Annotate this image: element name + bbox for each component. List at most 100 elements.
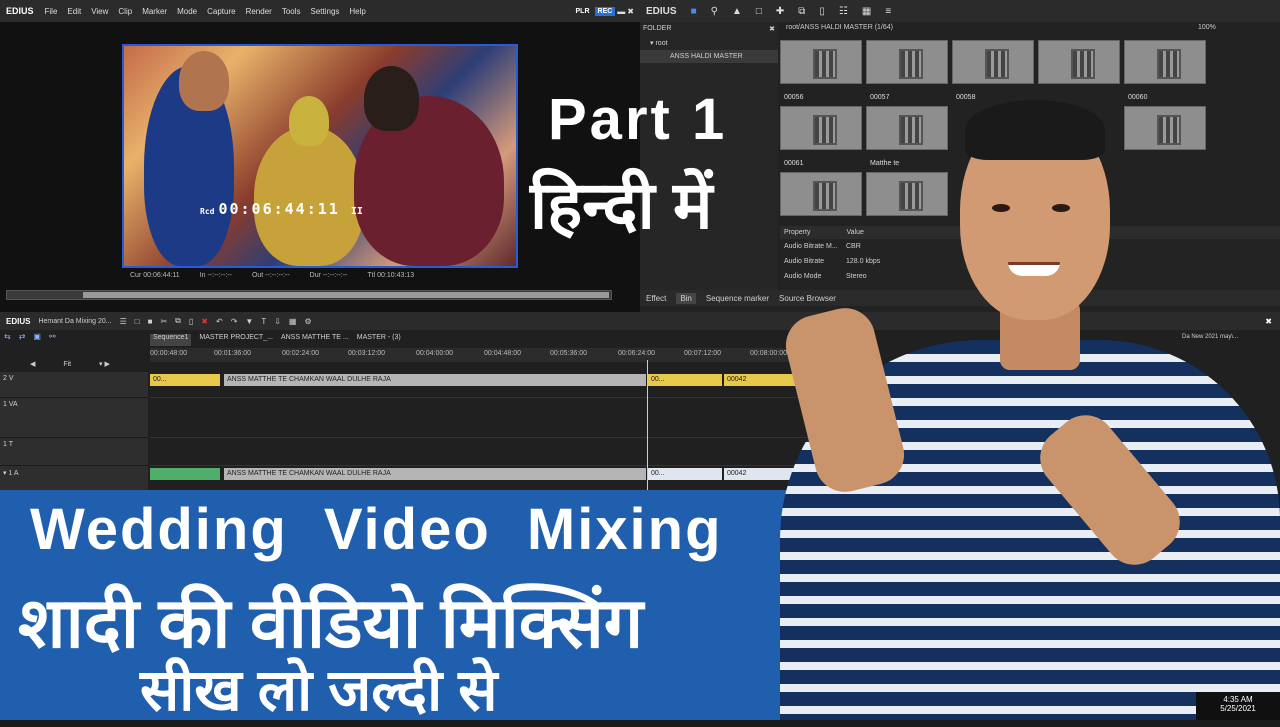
menu-marker[interactable]: Marker: [137, 7, 172, 16]
folder-root[interactable]: ▾ root: [640, 36, 778, 50]
track-header-2v[interactable]: 2 V: [0, 372, 148, 398]
export-file-icon[interactable]: ⇩: [274, 317, 281, 326]
bin-zoom: 100%: [1198, 24, 1216, 31]
track-lane-1a[interactable]: ANSS MATTHE TE CHAMKAN WAAL DULHE RAJA 0…: [150, 466, 850, 492]
tab-master-3[interactable]: MASTER - (3): [357, 334, 401, 346]
sync-icon[interactable]: ▣: [33, 332, 41, 341]
delete-icon[interactable]: ▯: [819, 6, 825, 17]
cut-icon[interactable]: ✂: [160, 317, 167, 326]
track-header-1va[interactable]: 1 VA: [0, 398, 148, 438]
folder-header: FOLDER: [643, 25, 672, 32]
folder-icon[interactable]: ■: [691, 6, 697, 17]
ruler-tick: 00:05:36:00: [550, 350, 587, 357]
new-sequence-icon[interactable]: ☰: [120, 317, 127, 326]
folder-close-icon[interactable]: ✖: [769, 25, 775, 33]
delete-clip-icon[interactable]: ✖: [201, 317, 208, 326]
clip-thumbnail[interactable]: [1124, 40, 1206, 84]
timeline-logo: EDIUS: [6, 316, 31, 326]
bin-logo: EDIUS: [646, 5, 677, 17]
open-project-icon[interactable]: □: [135, 317, 140, 326]
ripple-icon[interactable]: ⇆: [4, 332, 11, 341]
ruler-tick: 00:07:12:00: [684, 350, 721, 357]
menu-settings[interactable]: Settings: [306, 7, 345, 16]
cur-timecode: Cur 00:06:44:11: [130, 272, 180, 279]
tab-anss-matthe[interactable]: ANSS MATTHE TE ...: [281, 334, 349, 346]
insert-mode-icon[interactable]: ⇄: [19, 332, 26, 341]
copy-icon[interactable]: ⧉: [175, 316, 181, 326]
track-lane-1va[interactable]: [150, 398, 850, 438]
menu-capture[interactable]: Capture: [202, 7, 240, 16]
menu-help[interactable]: Help: [344, 7, 370, 16]
track-name: 2 V: [3, 375, 14, 382]
menu-mode[interactable]: Mode: [172, 7, 202, 16]
folder-selected[interactable]: ANSS HALDI MASTER: [640, 50, 778, 63]
time-ruler[interactable]: 00:00:48:00 00:01:36:00 00:02:24:00 00:0…: [150, 348, 850, 362]
tab-master-project[interactable]: MASTER PROJECT_...: [199, 334, 273, 346]
audio-clip[interactable]: 00...: [648, 468, 722, 480]
add-icon[interactable]: ✚: [776, 6, 784, 17]
open-icon[interactable]: □: [756, 6, 762, 17]
audio-clip[interactable]: [150, 468, 220, 480]
selected-folder-label: ANSS HALDI MASTER: [670, 53, 743, 60]
dur-timecode: Dur --:--:--:--: [309, 272, 348, 279]
menu-view[interactable]: View: [86, 7, 113, 16]
out-timecode: Out --:--:--:--: [251, 272, 290, 279]
sequence-tabs: Sequence1 MASTER PROJECT_... ANSS MATTHE…: [150, 334, 401, 346]
link-icon[interactable]: ⚯: [49, 332, 56, 341]
audio-clip[interactable]: ANSS MATTHE TE CHAMKAN WAAL DULHE RAJA: [224, 468, 646, 480]
track-header-1t[interactable]: 1 T: [0, 438, 148, 466]
title-english: Wedding Video Mixing: [30, 497, 723, 562]
presenter-image: [780, 80, 1280, 720]
fit-label: Fit: [63, 361, 72, 368]
menu-file[interactable]: File: [40, 7, 63, 16]
menu-icon[interactable]: ≡: [885, 6, 891, 17]
paste-icon[interactable]: ▯: [189, 317, 193, 326]
settings-icon[interactable]: ⚙: [304, 317, 311, 326]
ttl-timecode: Ttl 00:10:43:13: [367, 272, 415, 279]
hindi-heading: हिन्दी में: [530, 168, 713, 242]
playhead[interactable]: [647, 360, 648, 492]
zoom-fit[interactable]: ◀ Fit ▾ ▶: [30, 360, 110, 368]
title-icon[interactable]: T: [261, 317, 266, 326]
marker-icon[interactable]: ▼: [245, 317, 253, 326]
title-hindi-line2: सीख लो जल्दी से: [140, 658, 498, 723]
menu-edit[interactable]: Edit: [62, 7, 86, 16]
track-lane-2v[interactable]: 00... ANSS MATTHE TE CHAMKAN WAAL DULHE …: [150, 372, 850, 398]
ruler-tick: 00:04:00:00: [416, 350, 453, 357]
menu-render[interactable]: Render: [241, 7, 277, 16]
search-icon[interactable]: ⚲: [711, 6, 718, 17]
close-icon[interactable]: ✖: [627, 7, 634, 16]
tab-bin[interactable]: Bin: [676, 292, 696, 304]
clip-thumbnail[interactable]: [866, 40, 948, 84]
track-name: 1 T: [3, 441, 13, 448]
undo-icon[interactable]: ↶: [216, 317, 223, 326]
grid-icon[interactable]: ▦: [289, 317, 297, 326]
save-icon[interactable]: ■: [148, 317, 153, 326]
up-icon[interactable]: ▲: [732, 6, 742, 17]
menu-clip[interactable]: Clip: [113, 7, 137, 16]
taskbar-clock[interactable]: 4:35 AM 5/25/2021: [1196, 692, 1280, 720]
ruler-tick: 00:02:24:00: [282, 350, 319, 357]
tab-sequence-marker[interactable]: Sequence marker: [706, 294, 769, 303]
clip-thumbnail[interactable]: [780, 40, 862, 84]
clip-thumbnail[interactable]: [952, 40, 1034, 84]
view-icon[interactable]: ▦: [862, 6, 871, 17]
redo-icon[interactable]: ↷: [231, 317, 238, 326]
track-lane-1t[interactable]: [150, 438, 850, 466]
timeline-clip[interactable]: 00...: [150, 374, 220, 386]
plr-button[interactable]: PLR: [573, 7, 593, 16]
clip-thumbnail[interactable]: [1038, 40, 1120, 84]
tab-effect[interactable]: Effect: [646, 294, 666, 303]
track-header-1a[interactable]: ▾ 1 A: [0, 466, 148, 492]
menu-tools[interactable]: Tools: [277, 7, 306, 16]
rec-button[interactable]: REC: [594, 6, 616, 16]
scrub-bar[interactable]: [6, 290, 612, 300]
timeline-clip[interactable]: 00...: [648, 374, 722, 386]
tab-sequence1[interactable]: Sequence1: [150, 334, 192, 346]
timeline-clip[interactable]: ANSS MATTHE TE CHAMKAN WAAL DULHE RAJA: [224, 374, 646, 386]
minimize-icon[interactable]: ▬: [617, 7, 625, 16]
timecode-value: 00:06:44:11: [218, 200, 340, 218]
ruler-tick: 00:00:48:00: [150, 350, 187, 357]
properties-icon[interactable]: ☷: [839, 6, 848, 17]
copy-icon[interactable]: ⧉: [798, 6, 805, 17]
